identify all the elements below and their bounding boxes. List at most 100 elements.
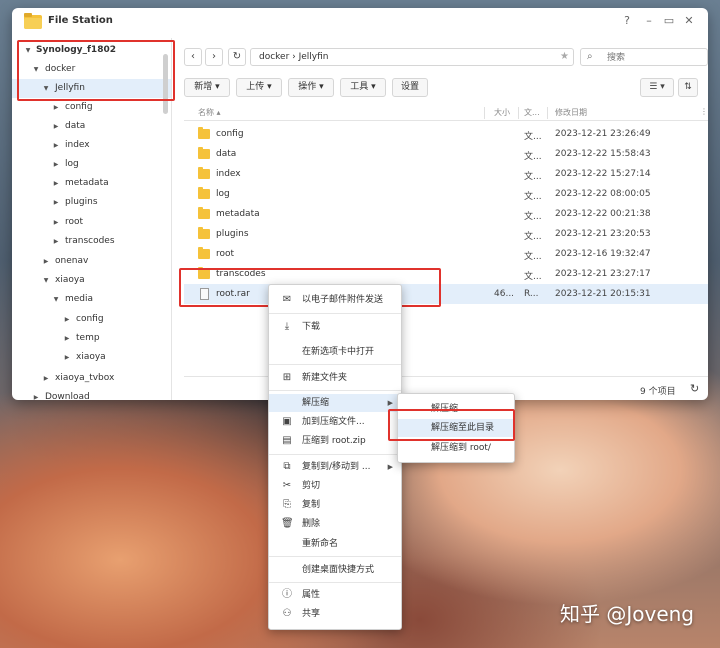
collapse-arrow-icon[interactable]: ▶	[32, 388, 40, 400]
file-row[interactable]: index 文... 2023-12-22 15:27:14	[184, 164, 708, 184]
collapse-arrow-icon[interactable]: ▶	[52, 232, 60, 251]
expand-arrow-icon[interactable]: ▼	[24, 41, 32, 60]
menu-item-add-to-archive[interactable]: ▣ 加到压缩文件...	[269, 413, 401, 431]
tree-item-jellyfin[interactable]: ▼ Jellyfin	[12, 79, 171, 98]
collapse-arrow-icon[interactable]: ▶	[52, 213, 60, 232]
column-modified-header[interactable]: 修改日期	[555, 107, 587, 118]
archive-file-icon	[200, 288, 209, 300]
help-icon[interactable]: ?	[620, 14, 634, 28]
column-menu-icon[interactable]: ⋮	[700, 107, 708, 116]
sidebar-scrollbar[interactable]	[163, 54, 168, 114]
submenu-item-extract-dialog[interactable]: 解压缩...	[398, 400, 514, 418]
collapse-arrow-icon[interactable]: ▶	[52, 117, 60, 136]
collapse-arrow-icon[interactable]: ▶	[63, 329, 71, 348]
file-row[interactable]: transcodes 文... 2023-12-21 23:27:17	[184, 264, 708, 284]
file-row[interactable]: config 文... 2023-12-21 23:26:49	[184, 124, 708, 144]
column-divider[interactable]	[547, 107, 548, 119]
tree-item-root-folder[interactable]: ▶ root	[12, 213, 171, 232]
search-input[interactable]	[607, 51, 703, 64]
tree-item-xiaoya-tvbox[interactable]: ▶ xiaoya_tvbox	[12, 369, 171, 388]
column-size-header[interactable]: 大小	[494, 107, 510, 118]
menu-item-share[interactable]: ⚇ 共享	[269, 605, 401, 623]
menu-item-rename[interactable]: 重新命名	[269, 535, 401, 553]
menu-item-desktop-shortcut[interactable]: 创建桌面快捷方式	[269, 561, 401, 579]
tree-item-media[interactable]: ▼ media	[12, 290, 171, 309]
collapse-arrow-icon[interactable]: ▶	[52, 155, 60, 174]
menu-item-delete[interactable]: 🗑 删除	[269, 515, 401, 533]
file-row[interactable]: data 文... 2023-12-22 15:58:43	[184, 144, 708, 164]
tree-item-config[interactable]: ▶ config	[12, 98, 171, 117]
file-row[interactable]: root 文... 2023-12-16 19:32:47	[184, 244, 708, 264]
tree-item-media-xiaoya[interactable]: ▶ xiaoya	[12, 348, 171, 367]
tree-item-plugins[interactable]: ▶ plugins	[12, 193, 171, 212]
file-row[interactable]: metadata 文... 2023-12-22 00:21:38	[184, 204, 708, 224]
menu-item-download[interactable]: ⤓ 下载	[269, 318, 401, 336]
submenu-item-extract-to-root[interactable]: 解压缩到 root/	[398, 439, 514, 457]
view-mode-button[interactable]: ☰ ▾	[640, 78, 674, 97]
collapse-arrow-icon[interactable]: ▶	[52, 136, 60, 155]
collapse-arrow-icon[interactable]: ▶	[42, 252, 50, 271]
column-name-header[interactable]: 名称 ▴	[198, 107, 221, 118]
menu-item-new-folder[interactable]: ⊞ 新建文件夹	[269, 369, 401, 387]
tree-item-temp[interactable]: ▶ temp	[12, 329, 171, 348]
tree-item-download[interactable]: ▶ Download	[12, 388, 171, 400]
collapse-arrow-icon[interactable]: ▶	[52, 98, 60, 117]
close-icon[interactable]: ✕	[682, 14, 696, 28]
file-row[interactable]: plugins 文... 2023-12-21 23:20:53	[184, 224, 708, 244]
file-type: 文...	[524, 172, 542, 182]
refresh-button[interactable]: ↻	[228, 48, 246, 66]
sort-button[interactable]: ⇅	[678, 78, 698, 97]
menu-item-extract[interactable]: 解压缩 ▶	[269, 394, 401, 412]
menu-item-copy[interactable]: ⎘ 复制	[269, 496, 401, 514]
tree-item-onenav[interactable]: ▶ onenav	[12, 252, 171, 271]
tree-item-data[interactable]: ▶ data	[12, 117, 171, 136]
minimize-icon[interactable]: –	[642, 14, 656, 28]
tree-item-root[interactable]: ▼ Synology_f1802	[12, 41, 171, 60]
title-bar[interactable]: File Station ? – ▭ ✕	[12, 8, 708, 36]
search-box[interactable]: ⌕	[580, 48, 708, 66]
tree-item-xiaoya[interactable]: ▼ xiaoya	[12, 271, 171, 290]
settings-button[interactable]: 设置	[392, 78, 428, 97]
column-type-header[interactable]: 文...	[524, 107, 540, 118]
path-bar[interactable]: docker › Jellyfin ★	[250, 48, 574, 66]
menu-item-copy-move[interactable]: ⧉ 复制到/移动到 ... ▶	[269, 458, 401, 476]
menu-item-compress-zip[interactable]: ▤ 压缩到 root.zip	[269, 432, 401, 450]
column-divider[interactable]	[484, 107, 485, 119]
refresh-icon[interactable]: ↻	[690, 382, 699, 395]
tree-item-metadata[interactable]: ▶ metadata	[12, 174, 171, 193]
file-row[interactable]: log 文... 2023-12-22 08:00:05	[184, 184, 708, 204]
submenu-item-extract-here[interactable]: 解压缩至此目录	[398, 419, 514, 437]
file-modified: 2023-12-16 19:32:47	[555, 249, 651, 259]
expand-arrow-icon[interactable]: ▼	[42, 79, 50, 98]
forward-button[interactable]: ›	[205, 48, 223, 66]
maximize-icon[interactable]: ▭	[662, 14, 676, 28]
tree-item-index[interactable]: ▶ index	[12, 136, 171, 155]
star-icon[interactable]: ★	[560, 51, 569, 62]
collapse-arrow-icon[interactable]: ▶	[42, 369, 50, 388]
upload-button[interactable]: 上传 ▾	[236, 78, 282, 97]
refresh-icon: ↻	[232, 51, 242, 62]
expand-arrow-icon[interactable]: ▼	[52, 290, 60, 309]
tree-item-label: docker	[45, 64, 76, 74]
collapse-arrow-icon[interactable]: ▶	[63, 348, 71, 367]
tree-item-transcodes[interactable]: ▶ transcodes	[12, 232, 171, 251]
menu-item-cut[interactable]: ✂ 剪切	[269, 477, 401, 495]
tools-button[interactable]: 工具 ▾	[340, 78, 386, 97]
menu-item-properties[interactable]: ⓘ 属性	[269, 586, 401, 604]
tree-item-log[interactable]: ▶ log	[12, 155, 171, 174]
new-button[interactable]: 新增 ▾	[184, 78, 230, 97]
action-button[interactable]: 操作 ▾	[288, 78, 334, 97]
column-divider[interactable]	[518, 107, 519, 119]
collapse-arrow-icon[interactable]: ▶	[52, 174, 60, 193]
collapse-arrow-icon[interactable]: ▶	[63, 310, 71, 329]
expand-arrow-icon[interactable]: ▼	[42, 271, 50, 290]
file-name: metadata	[216, 209, 260, 219]
menu-item-open-new-tab[interactable]: 在新选项卡中打开	[269, 343, 401, 361]
collapse-arrow-icon[interactable]: ▶	[52, 193, 60, 212]
expand-arrow-icon[interactable]: ▼	[32, 60, 40, 79]
back-button[interactable]: ‹	[184, 48, 202, 66]
tree-item-media-config[interactable]: ▶ config	[12, 310, 171, 329]
menu-item-email[interactable]: ✉ 以电子邮件附件发送	[269, 291, 401, 309]
file-row-selected[interactable]: root.rar 46... R... 2023-12-21 20:15:31	[184, 284, 708, 304]
tree-item-docker[interactable]: ▼ docker	[12, 60, 171, 79]
